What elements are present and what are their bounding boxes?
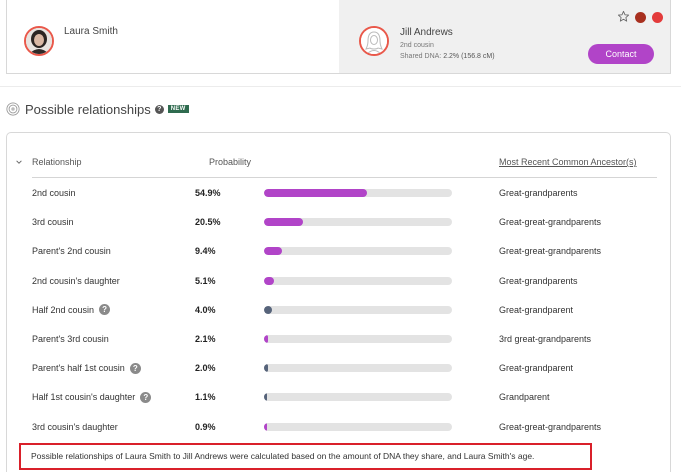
header-relationship[interactable]: Relationship bbox=[32, 157, 82, 167]
match-card: Laura Smith Jill Andrews 2nd cousin Shar… bbox=[6, 0, 671, 74]
status-dot-dark-red[interactable] bbox=[635, 12, 646, 23]
ancestor-cell: Great-great-grandparents bbox=[499, 217, 602, 228]
right-person-panel: Jill Andrews 2nd cousin Shared DNA: 2.2%… bbox=[339, 0, 670, 73]
header-probability[interactable]: Probability bbox=[209, 157, 251, 167]
relationship-cell: 3rd cousin's daughter bbox=[32, 420, 118, 434]
probability-value: 2.0% bbox=[195, 363, 216, 374]
target-icon bbox=[6, 102, 20, 116]
help-icon[interactable]: ? bbox=[154, 104, 164, 114]
table-row: Half 1st cousin's daughter? 1.1% Grandpare… bbox=[7, 390, 670, 410]
header-ancestor[interactable]: Most Recent Common Ancestor(s) bbox=[499, 157, 637, 167]
table-row: 3rd cousin's daughter 0.9% Great-great-gra… bbox=[7, 420, 670, 440]
probability-bar bbox=[264, 218, 452, 227]
probability-value: 5.1% bbox=[195, 275, 216, 286]
probability-bar-fill bbox=[264, 276, 274, 285]
female-silhouette-icon bbox=[361, 28, 387, 54]
relationship-label: 2nd cousin bbox=[32, 188, 76, 198]
left-person-name[interactable]: Laura Smith bbox=[64, 26, 118, 37]
probability-bar bbox=[264, 393, 452, 402]
probability-bar-fill bbox=[264, 218, 303, 227]
table-row: Parent's 3rd cousin 2.1% 3rd great-grandpa… bbox=[7, 332, 670, 352]
probability-bar-fill bbox=[264, 247, 282, 256]
footnote: Possible relationships of Laura Smith to… bbox=[19, 443, 592, 470]
status-dot-red[interactable] bbox=[652, 12, 663, 23]
probability-bar-fill bbox=[264, 422, 267, 431]
relationship-cell: 2nd cousin bbox=[32, 186, 76, 200]
table-row: 3rd cousin 20.5% Great-great-grandparents bbox=[7, 215, 670, 235]
relationship-label: Half 1st cousin's daughter bbox=[32, 392, 136, 403]
probability-bar-fill bbox=[264, 305, 272, 314]
ancestor-cell: Great-great-grandparents bbox=[499, 421, 602, 432]
probability-value: 9.4% bbox=[195, 246, 216, 257]
header-divider bbox=[32, 177, 657, 178]
ancestor-cell: 3rd great-grandparents bbox=[499, 334, 592, 344]
avatar-jill[interactable] bbox=[359, 26, 389, 56]
chevron-down-icon[interactable] bbox=[15, 158, 23, 166]
probability-bar bbox=[264, 364, 452, 373]
relationship-label: Parent's half 1st cousin bbox=[32, 363, 125, 374]
help-icon[interactable]: ? bbox=[140, 391, 152, 403]
new-badge: NEW bbox=[167, 105, 189, 113]
probability-bar bbox=[264, 247, 452, 256]
probability-bar-fill bbox=[264, 335, 268, 343]
help-icon[interactable]: ? bbox=[129, 362, 141, 374]
probability-value: 54.9% bbox=[195, 188, 221, 198]
person-photo-icon bbox=[26, 28, 52, 54]
relationship-label: Half 2nd cousin bbox=[32, 304, 95, 315]
probability-bar bbox=[264, 422, 452, 431]
avatar-laura[interactable] bbox=[24, 26, 54, 56]
relationship-cell: Parent's 3rd cousin bbox=[32, 332, 109, 346]
relationship-label: 3rd cousin's daughter bbox=[32, 421, 118, 432]
table-row: 2nd cousin's daughter 5.1% Great-grandpare… bbox=[7, 274, 670, 294]
table-row: 2nd cousin 54.9% Great-grandparents bbox=[7, 186, 670, 206]
ancestor-cell: Grandparent bbox=[499, 392, 550, 403]
section-header: Possible relationships ? NEW bbox=[6, 101, 189, 117]
relationship-label: 2nd cousin's daughter bbox=[32, 275, 120, 286]
relationship-label: Parent's 2nd cousin bbox=[32, 246, 111, 257]
ancestor-cell: Great-grandparent bbox=[499, 363, 574, 374]
probability-bar bbox=[264, 276, 452, 285]
probability-value: 4.0% bbox=[195, 304, 216, 315]
probability-value: 1.1% bbox=[195, 392, 216, 403]
relationship-label: 3rd cousin bbox=[32, 217, 74, 228]
probability-bar bbox=[264, 335, 452, 343]
table-row: Parent's 2nd cousin 9.4% Great-great-grand… bbox=[7, 244, 670, 264]
table-row: Half 2nd cousin? 4.0% Great-grandparent bbox=[7, 303, 670, 323]
ancestor-cell: Great-great-grandparents bbox=[499, 246, 602, 257]
probability-value: 2.1% bbox=[195, 334, 216, 344]
ancestor-cell: Great-grandparent bbox=[499, 304, 574, 315]
right-person-relationship: 2nd cousin bbox=[400, 42, 434, 49]
shared-dna-label: Shared DNA: bbox=[400, 53, 442, 60]
left-person-panel: Laura Smith bbox=[7, 0, 339, 73]
relationship-cell: Half 2nd cousin? bbox=[32, 303, 111, 317]
probability-value: 0.9% bbox=[195, 421, 216, 432]
probability-bar-fill bbox=[264, 189, 368, 197]
table-row: Parent's half 1st cousin? 2.0% Great-grand… bbox=[7, 361, 670, 381]
shared-dna-value: 2.2% (156.8 cM) bbox=[443, 53, 495, 60]
section-divider bbox=[0, 86, 681, 87]
ancestor-cell: Great-grandparents bbox=[499, 275, 578, 286]
shared-dna: Shared DNA: 2.2% (156.8 cM) bbox=[400, 53, 495, 60]
relationship-cell: 2nd cousin's daughter bbox=[32, 274, 120, 288]
probability-bar-fill bbox=[264, 364, 268, 373]
contact-button[interactable]: Contact bbox=[588, 44, 654, 64]
relationship-cell: 3rd cousin bbox=[32, 215, 74, 229]
probability-bar bbox=[264, 305, 452, 314]
probability-bar bbox=[264, 189, 452, 197]
relationships-table: Relationship Probability Most Recent Com… bbox=[6, 132, 671, 472]
right-person-name[interactable]: Jill Andrews bbox=[400, 27, 453, 38]
star-icon[interactable] bbox=[617, 10, 630, 23]
relationship-cell: Parent's half 1st cousin? bbox=[32, 361, 141, 375]
probability-bar-fill bbox=[264, 393, 267, 402]
section-title: Possible relationships bbox=[25, 101, 151, 117]
probability-value: 20.5% bbox=[195, 217, 221, 228]
relationship-cell: Half 1st cousin's daughter? bbox=[32, 390, 152, 404]
relationship-cell: Parent's 2nd cousin bbox=[32, 244, 111, 258]
help-icon[interactable]: ? bbox=[99, 304, 111, 316]
ancestor-cell: Great-grandparents bbox=[499, 188, 578, 198]
relationship-label: Parent's 3rd cousin bbox=[32, 334, 109, 344]
